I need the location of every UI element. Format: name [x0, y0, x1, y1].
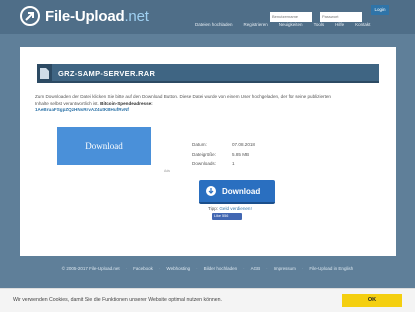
content-panel: GRZ-SAMP-SERVER.RAR Zum Downloaden der D… [20, 47, 396, 256]
file-name: GRZ-SAMP-SERVER.RAR [58, 69, 156, 78]
info-row: Downloads: 1 [192, 159, 255, 169]
nav-upload[interactable]: Dateien hochladen [195, 22, 233, 27]
username-field[interactable] [270, 11, 312, 22]
ad-label: Ads [164, 169, 171, 173]
login-button[interactable]: Login [371, 5, 389, 15]
footer-link-agb[interactable]: AGB [251, 266, 261, 276]
description-text: Zum Downloaden der Datei klicken Sie bit… [35, 94, 331, 106]
nav-register[interactable]: Registrieren [244, 22, 268, 27]
footer-link-english[interactable]: File-Upload in English [309, 266, 353, 276]
footer-link-facebook[interactable]: Facebook [133, 266, 153, 276]
nav-news[interactable]: Neuigkeiten [279, 22, 303, 27]
info-value: 1 [232, 161, 235, 166]
file-description: Zum Downloaden der Datei klicken Sie bit… [35, 94, 335, 114]
nav-tools[interactable]: Tools [314, 22, 325, 27]
tip: Tipp: Geld verdienen! [208, 206, 252, 211]
file-title-bar: GRZ-SAMP-SERVER.RAR [37, 64, 379, 83]
footer-separator: · [266, 266, 268, 271]
password-field-wrap [320, 5, 362, 22]
password-field[interactable] [320, 11, 362, 22]
footer-separator: · [243, 266, 245, 271]
footer-separator: · [125, 266, 128, 271]
info-value: 07.08.2018 [232, 142, 255, 147]
footer-separator: · [196, 266, 198, 271]
info-row: Dateigröße: 5.85 MB [192, 150, 255, 160]
cookie-banner: Wir verwenden Cookies, damit Sie die Fun… [0, 288, 415, 312]
brand-name: File-Upload.net [45, 7, 149, 25]
nav-contact[interactable]: Kontakt [355, 22, 370, 27]
cookie-text: Wir verwenden Cookies, damit Sie die Fun… [13, 297, 222, 303]
brand-tld: .net [124, 7, 149, 25]
donation-address[interactable]: 1AeBruaFSgpZQzHNsRrvAZ4utKBHufRvNf [35, 107, 129, 112]
site-logo[interactable]: File-Upload.net [20, 5, 149, 27]
main-nav: Dateien hochladen Registrieren Neuigkeit… [195, 22, 370, 27]
footer-copyright: © 2005-2017 File-Upload.net [61, 266, 120, 271]
top-bar: File-Upload.net Login Dateien hochladen … [0, 0, 415, 34]
info-key: Datum: [192, 142, 207, 147]
footer-separator: · [158, 266, 161, 271]
footer-link-impressum[interactable]: Impressum [274, 266, 296, 276]
footer-separator: · [301, 266, 304, 271]
footer-link-webhosting[interactable]: Webhosting [166, 266, 190, 276]
upload-arrow-icon [20, 6, 40, 26]
facebook-like-button[interactable]: Like 556 [212, 213, 242, 220]
info-key: Dateigröße: [192, 151, 217, 157]
download-button[interactable]: Download [199, 180, 275, 204]
nav-help[interactable]: Hilfe [335, 22, 344, 27]
info-row: Datum: 07.08.2018 [192, 140, 255, 150]
footer: © 2005-2017 File-Upload.net · Facebook · W… [0, 266, 415, 276]
cloud-download-icon [206, 186, 216, 196]
file-icon [37, 64, 52, 83]
info-key: Downloads: [192, 161, 217, 166]
info-value: 5.85 MB [232, 151, 250, 157]
cookie-ok-button[interactable]: OK [342, 294, 402, 307]
footer-link-images[interactable]: Bilder hochladen [204, 266, 238, 276]
username-field-wrap [270, 5, 312, 22]
tip-link[interactable]: Geld verdienen! [219, 206, 251, 211]
ad-download-button[interactable]: Download [57, 127, 151, 165]
donation-label: Bitcoin-Spendeadresse: [100, 100, 153, 106]
file-info: Datum: 07.08.2018 Dateigröße: 5.85 MB Down… [192, 140, 255, 169]
tip-prefix: Tipp: [208, 206, 219, 211]
download-label: Download [222, 186, 261, 196]
